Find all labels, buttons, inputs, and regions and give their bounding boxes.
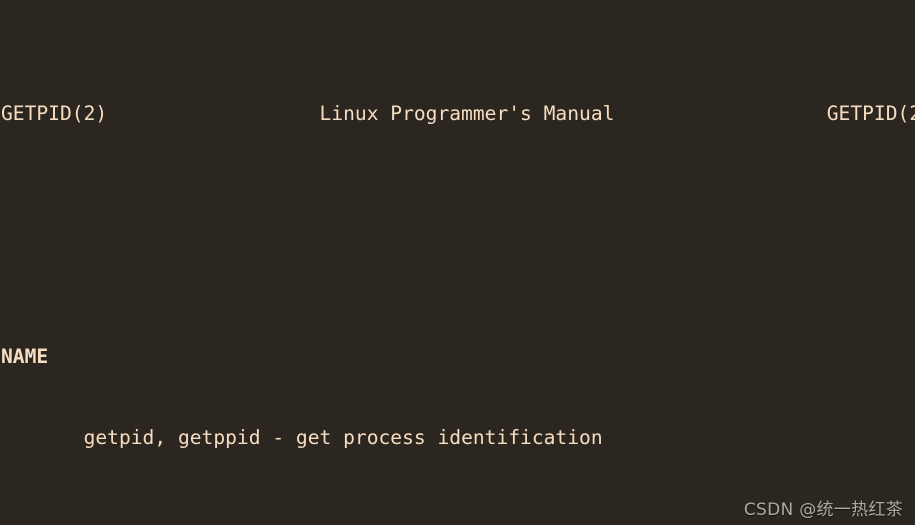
section-heading-name: NAME [0,343,915,370]
section-heading-name-label: NAME [1,345,49,368]
csdn-watermark: CSDN @统一热红茶 [743,500,903,520]
terminal-window: GETPID(2) Linux Programmer's Manual GETP… [0,0,915,525]
name-description-line: getpid, getppid - get process identifica… [0,424,915,451]
manpage-content: GETPID(2) Linux Programmer's Manual GETP… [0,0,915,525]
manpage-header-line: GETPID(2) Linux Programmer's Manual GETP… [0,100,915,127]
name-description-text: getpid, getppid - get process identifica… [83,426,603,449]
manpage-header-text: GETPID(2) Linux Programmer's Manual GETP… [1,102,915,125]
